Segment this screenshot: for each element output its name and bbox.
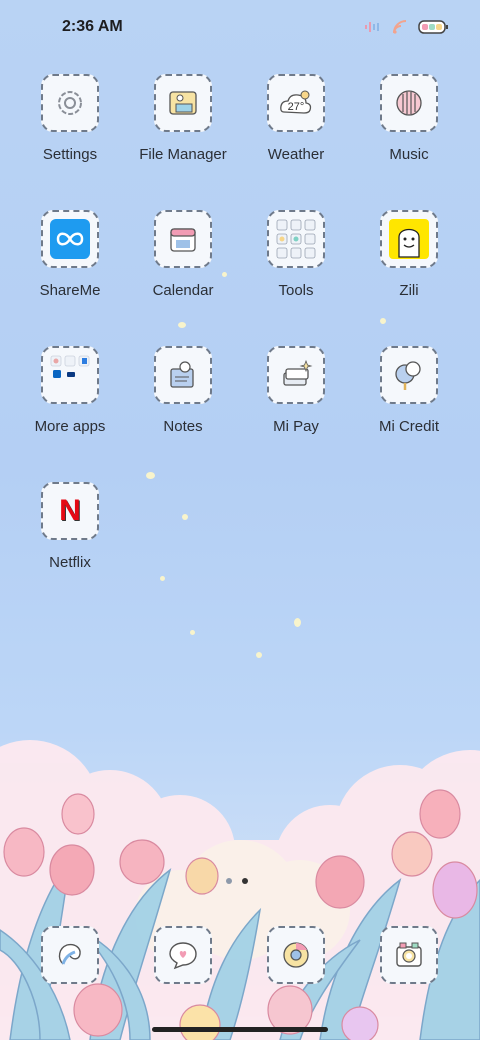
app-weather[interactable]: 27° Weather xyxy=(238,74,358,194)
sparkle xyxy=(160,576,165,581)
music-icon xyxy=(380,74,438,132)
audio-indicator-icon xyxy=(365,22,379,32)
app-label: Calendar xyxy=(152,282,214,299)
status-icons xyxy=(364,19,450,35)
app-label: File Manager xyxy=(139,146,227,163)
app-calendar[interactable]: Calendar xyxy=(125,210,245,330)
app-label: Zili xyxy=(399,282,419,299)
app-netflix[interactable]: N Netflix xyxy=(12,482,132,602)
sparkle xyxy=(182,514,188,520)
app-music[interactable]: Music xyxy=(351,74,471,194)
settings-icon xyxy=(41,74,99,132)
app-label: Notes xyxy=(163,418,203,435)
app-more-apps-folder[interactable]: More apps xyxy=(12,346,132,466)
app-label: Music xyxy=(389,146,429,163)
weather-temperature: 27° xyxy=(288,101,305,113)
notes-icon xyxy=(154,346,212,404)
app-label: ShareMe xyxy=(39,282,101,299)
dock-browser[interactable] xyxy=(267,926,325,984)
battery-icon xyxy=(418,20,448,34)
zili-icon xyxy=(380,210,438,268)
sparkle xyxy=(256,652,262,658)
app-shareme[interactable]: ShareMe xyxy=(12,210,132,330)
sparkle xyxy=(294,618,301,627)
app-label: Weather xyxy=(267,146,325,163)
shareme-icon xyxy=(41,210,99,268)
home-indicator[interactable] xyxy=(152,1027,328,1032)
page-indicator[interactable] xyxy=(226,878,248,884)
messages-icon xyxy=(169,942,197,970)
browser-icon xyxy=(283,942,309,968)
app-label: Mi Pay xyxy=(273,418,319,435)
dock-camera[interactable] xyxy=(380,926,438,984)
page-dot[interactable] xyxy=(226,878,232,884)
app-label: Tools xyxy=(278,282,314,299)
app-label: Netflix xyxy=(49,554,91,571)
page-dot-current[interactable] xyxy=(242,878,248,884)
app-file-manager[interactable]: File Manager xyxy=(125,74,245,194)
status-bar: 2:36 AM xyxy=(0,0,480,56)
phone-icon xyxy=(58,943,81,965)
netflix-icon: N xyxy=(41,482,99,540)
tools-folder-icon xyxy=(267,210,325,268)
more-apps-folder-icon xyxy=(41,346,99,404)
app-label: Settings xyxy=(42,146,98,163)
file-manager-icon xyxy=(154,74,212,132)
app-tools-folder[interactable]: Tools xyxy=(238,210,358,330)
app-notes[interactable]: Notes xyxy=(125,346,245,466)
weather-icon: 27° xyxy=(267,74,325,132)
app-mi-pay[interactable]: Mi Pay xyxy=(238,346,358,466)
dock-messages[interactable] xyxy=(154,926,212,984)
netflix-glyph: N xyxy=(59,494,81,527)
wifi-icon xyxy=(393,20,407,34)
app-zili[interactable]: Zili xyxy=(351,210,471,330)
clock: 2:36 AM xyxy=(62,18,123,35)
app-label: Mi Credit xyxy=(378,418,439,435)
app-label: More apps xyxy=(34,418,106,435)
mi-pay-icon xyxy=(267,346,325,404)
sparkle xyxy=(190,630,195,635)
mi-credit-icon xyxy=(380,346,438,404)
dock-phone[interactable] xyxy=(41,926,99,984)
calendar-icon xyxy=(154,210,212,268)
app-mi-credit[interactable]: Mi Credit xyxy=(351,346,471,466)
app-settings[interactable]: Settings xyxy=(12,74,132,194)
sparkle xyxy=(146,472,155,479)
camera-icon xyxy=(396,942,422,967)
